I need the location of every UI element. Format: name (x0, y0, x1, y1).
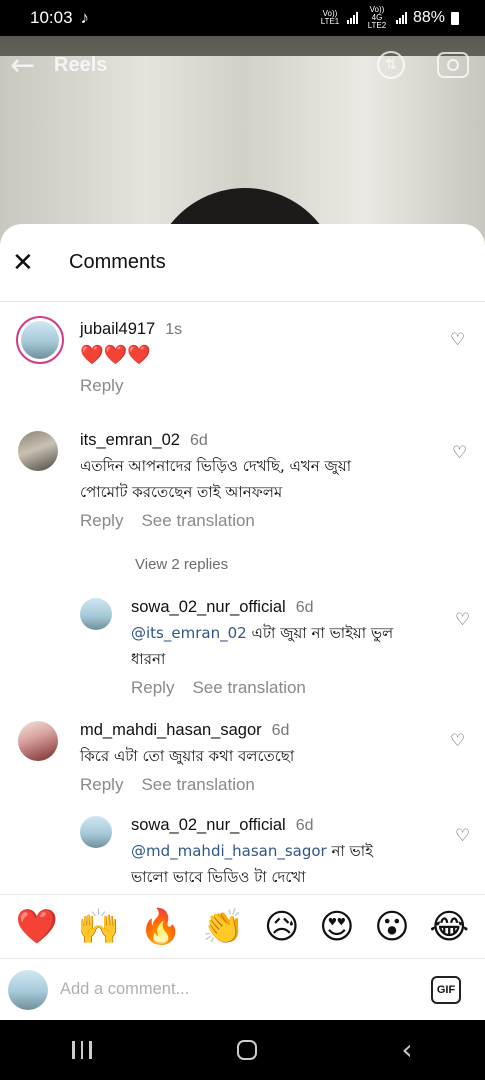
heart-outline-icon[interactable]: ♡ (450, 733, 466, 750)
username-text[interactable]: jubail4917 (80, 320, 155, 338)
comments-sheet: ✕ Comments jubail4917 1s ❤️❤️❤️ Reply ♡ i… (0, 224, 485, 1020)
chevron-left-icon[interactable]: ‹ (401, 1036, 412, 1064)
reply-button[interactable]: Reply (80, 511, 123, 530)
comment-time: 6d (271, 722, 290, 739)
heart-outline-icon[interactable]: ♡ (455, 828, 471, 845)
comment-text: @its_emran_02 এটা জুয়া না ভাইয়া ভুল ধা… (131, 620, 393, 672)
comment-text: @md_mahdi_hasan_sagor না ভাই ভালো ভাবে ভ… (131, 838, 373, 890)
reels-title: Reels (54, 53, 108, 76)
comment-time: 1s (165, 321, 183, 338)
see-translation-link[interactable]: See translation (141, 775, 254, 794)
sim2-label: Vo)) 4G LTE2 (367, 5, 387, 30)
status-left: 10:03 ♪ (30, 8, 89, 28)
sim1-label: Vo)) LTE1 (320, 9, 340, 26)
username-text[interactable]: its_emran_02 (80, 431, 180, 449)
comment-text-line: এটা জুয়া না ভাইয়া ভুল (246, 624, 394, 642)
red-heart-emoji[interactable]: ❤️ (16, 907, 58, 947)
comment-actions: Reply (80, 376, 123, 396)
battery-text: 88% (412, 9, 445, 26)
comment-item: md_mahdi_hasan_sagor 6d কিরে এটা তো জুয়া… (0, 719, 485, 804)
sheet-header: ✕ Comments (0, 224, 485, 302)
reels-header: ← Reels ⇅ (0, 36, 485, 94)
comment-username[interactable]: its_emran_02 6d (80, 431, 208, 450)
status-bar: 10:03 ♪ Vo)) LTE1 Vo)) 4G LTE2 88% (0, 0, 485, 36)
reply-item: sowa_02_nur_official 6d @md_mahdi_hasan_s… (0, 816, 485, 894)
comment-text-line: না ভাই (326, 842, 373, 860)
heart-outline-icon[interactable]: ♡ (450, 332, 466, 349)
clapping-hands-emoji[interactable]: 👏 (202, 907, 244, 947)
battery-icon (451, 11, 459, 25)
avatar[interactable] (16, 316, 64, 364)
comment-input[interactable] (60, 980, 431, 999)
signal-icon (346, 12, 358, 24)
comment-item: its_emran_02 6d এতদিন আপনাদের ভিড়িও দেখছ… (0, 429, 485, 579)
heart-outline-icon[interactable]: ♡ (455, 612, 471, 629)
reply-item: sowa_02_nur_official 6d @its_emran_02 এটা… (0, 598, 485, 708)
see-translation-link[interactable]: See translation (192, 678, 305, 697)
mention-link[interactable]: @md_mahdi_hasan_sagor (131, 842, 327, 860)
recents-icon[interactable] (72, 1041, 92, 1059)
comment-item: jubail4917 1s ❤️❤️❤️ Reply ♡ (0, 316, 485, 406)
username-text[interactable]: sowa_02_nur_official (131, 598, 286, 616)
comment-text-line: ভালো ভাবে ভিডিও টা দেখো (131, 868, 306, 886)
status-right: Vo)) LTE1 Vo)) 4G LTE2 88% (319, 6, 459, 30)
comment-input-bar: GIF (0, 958, 485, 1020)
system-nav-bar: ‹ (0, 1020, 485, 1080)
tiktok-icon: ♪ (80, 8, 90, 27)
comment-time: 6d (295, 599, 314, 616)
emoji-reaction-bar: ❤️ 🙌 🔥 👏 😥 😍 😮 😂 (0, 894, 485, 958)
avatar[interactable] (18, 431, 58, 471)
comment-text: কিরে এটা তো জুয়ার কথা বলতেছো (80, 747, 295, 765)
upload-icon[interactable]: ⇅ (377, 51, 405, 79)
comment-username[interactable]: sowa_02_nur_official 6d (131, 816, 314, 835)
reply-button[interactable]: Reply (80, 376, 123, 395)
comment-actions: Reply See translation (80, 511, 255, 531)
comment-username[interactable]: md_mahdi_hasan_sagor 6d (80, 721, 289, 740)
comment-text-line: এতদিন আপনাদের ভিড়িও দেখছি, এখন জুয়া (80, 457, 352, 475)
username-text[interactable]: sowa_02_nur_official (131, 816, 286, 834)
avatar (8, 969, 48, 1010)
comment-text: ❤️❤️❤️ (80, 344, 151, 366)
status-time: 10:03 (30, 8, 73, 27)
arrow-left-icon[interactable]: ← (10, 48, 54, 83)
gif-button[interactable]: GIF (431, 975, 461, 1004)
comment-username[interactable]: sowa_02_nur_official 6d (131, 598, 314, 617)
comment-actions: Reply See translation (80, 775, 255, 795)
see-translation-link[interactable]: See translation (141, 511, 254, 530)
avatar[interactable] (80, 816, 112, 848)
heart-outline-icon[interactable]: ♡ (452, 445, 468, 462)
comment-text-line: পোমোট করতেছেন তাই আনফলম (80, 483, 283, 501)
laughing-face-emoji[interactable]: 😂 (429, 907, 469, 947)
comment-time: 6d (295, 817, 314, 834)
raising-hands-emoji[interactable]: 🙌 (78, 907, 120, 947)
reply-button[interactable]: Reply (131, 678, 174, 697)
close-icon[interactable]: ✕ (12, 250, 34, 276)
comment-username[interactable]: jubail4917 1s (80, 320, 182, 339)
sad-face-emoji[interactable]: 😥 (264, 907, 299, 947)
camera-icon[interactable] (437, 52, 469, 78)
reels-actions: ⇅ (377, 51, 475, 79)
mention-link[interactable]: @its_emran_02 (131, 624, 247, 642)
page-title: Comments (69, 251, 166, 273)
comment-text-line: ধারনা (131, 650, 166, 668)
avatar[interactable] (18, 721, 58, 761)
reply-button[interactable]: Reply (80, 775, 123, 794)
home-icon[interactable] (236, 1040, 257, 1060)
username-text[interactable]: md_mahdi_hasan_sagor (80, 721, 262, 739)
heart-eyes-emoji[interactable]: 😍 (319, 907, 354, 947)
view-replies-link[interactable]: View 2 replies (135, 556, 228, 573)
surprised-face-emoji[interactable]: 😮 (374, 907, 409, 947)
signal-icon (395, 12, 407, 24)
comment-text: এতদিন আপনাদের ভিড়িও দেখছি, এখন জুয়া পো… (80, 453, 351, 505)
comment-actions: Reply See translation (131, 678, 306, 698)
avatar[interactable] (80, 598, 112, 630)
comment-time: 6d (189, 432, 208, 449)
fire-emoji[interactable]: 🔥 (140, 907, 182, 947)
